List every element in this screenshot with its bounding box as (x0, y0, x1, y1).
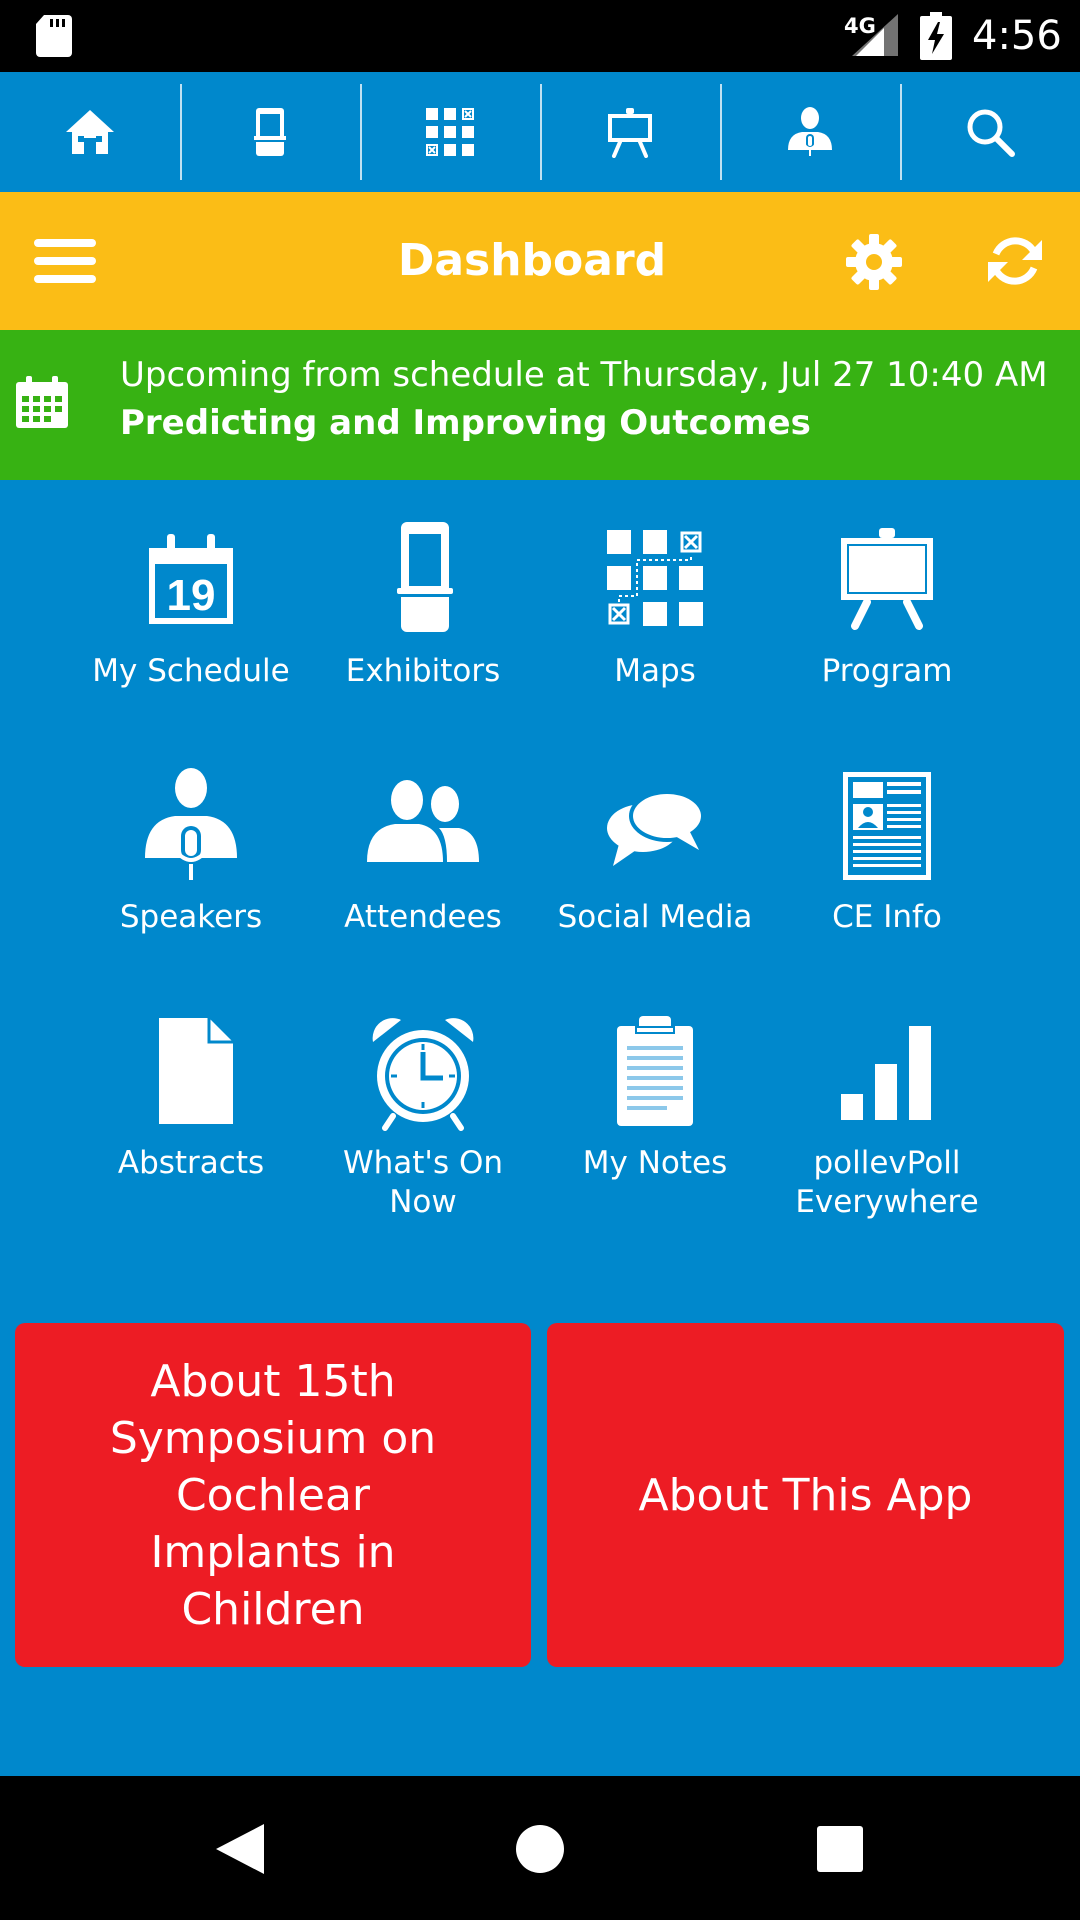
nav-home-button[interactable] (0, 72, 180, 192)
label-line: Cochlear (175, 1469, 371, 1521)
presentation-easel-icon (608, 108, 652, 158)
tile-whats-on-now[interactable]: What's On Now (307, 1012, 539, 1222)
document-icon (159, 1018, 233, 1124)
tile-label: Speakers (119, 899, 263, 935)
upcoming-datetime: Upcoming from schedule at Thursday, Jul … (120, 355, 1048, 395)
alarm-clock-icon (372, 1018, 474, 1131)
upcoming-schedule-banner[interactable]: Upcoming from schedule at Thursday, Jul … (0, 330, 1080, 480)
home-icon (66, 110, 114, 154)
upcoming-session-title: Predicting and Improving Outcomes (120, 403, 811, 443)
nav-program-button[interactable] (540, 72, 720, 192)
tile-label-line1: What's On (342, 1145, 504, 1181)
exhibitor-booth-icon (397, 522, 453, 632)
recents-icon[interactable] (817, 1826, 863, 1872)
status-bar: 4G 4:56 (0, 0, 1080, 72)
tile-label: What's On Now (307, 1144, 539, 1222)
sd-card-icon (36, 15, 72, 57)
people-icon (367, 780, 479, 862)
about-symposium-button[interactable]: About 15th Symposium on Cochlear Implant… (15, 1323, 531, 1667)
tile-label: Maps (614, 653, 696, 689)
tile-label: My Schedule (92, 653, 290, 689)
battery-charging-icon (920, 12, 952, 60)
speaker-icon (788, 107, 832, 156)
signal-icon (852, 14, 898, 56)
tile-label: CE Info (832, 899, 942, 935)
map-grid-icon (607, 530, 703, 626)
tile-label: Abstracts (117, 1145, 265, 1181)
nav-exhibitors-button[interactable] (180, 72, 360, 192)
tile-speakers[interactable]: Speakers (75, 766, 307, 937)
tile-ce-info[interactable]: CE Info (771, 766, 1003, 937)
clipboard-icon (617, 1016, 693, 1126)
nav-maps-button[interactable] (360, 72, 540, 192)
tile-label: Exhibitors (345, 653, 501, 689)
tile-label-line2: Now (389, 1184, 457, 1220)
refresh-icon[interactable] (986, 232, 1044, 290)
calendar-icon (16, 376, 68, 428)
label-line: Children (181, 1583, 365, 1635)
presentation-easel-icon (841, 528, 933, 630)
exhibitor-booth-icon (254, 108, 286, 156)
tile-label: pollevPoll Everywhere (771, 1144, 1003, 1222)
search-icon (967, 109, 1015, 157)
back-icon[interactable] (216, 1824, 264, 1874)
tile-label: Attendees (344, 899, 502, 935)
nav-speakers-button[interactable] (720, 72, 900, 192)
home-circle-icon[interactable] (516, 1825, 564, 1873)
tile-label: My Notes (582, 1145, 728, 1181)
system-nav-bar (0, 1776, 1080, 1920)
tile-label: Social Media (557, 899, 753, 935)
label-line: Symposium on (109, 1412, 437, 1464)
calendar-icon: 19 (149, 534, 233, 624)
label-line: About 15th (150, 1355, 396, 1407)
clock: 4:56 (972, 13, 1062, 59)
bar-chart-icon (841, 1026, 931, 1120)
tile-maps[interactable]: Maps (539, 520, 771, 691)
about-app-button[interactable]: About This App (547, 1323, 1064, 1667)
tile-abstracts[interactable]: Abstracts (75, 1012, 307, 1183)
app-header: Dashboard (0, 192, 1080, 330)
tile-my-schedule[interactable]: 19 My Schedule (75, 520, 307, 691)
tile-my-notes[interactable]: My Notes (539, 1012, 771, 1183)
map-grid-icon (426, 108, 474, 156)
tile-attendees[interactable]: Attendees (307, 766, 539, 937)
tile-label-line1: pollevPoll (813, 1145, 961, 1181)
tile-label-line2: Everywhere (795, 1184, 979, 1220)
tile-poll-everywhere[interactable]: pollevPoll Everywhere (771, 1012, 1003, 1222)
gear-icon[interactable] (846, 234, 902, 290)
tile-social-media[interactable]: Social Media (539, 766, 771, 937)
chat-bubbles-icon (607, 790, 705, 866)
newspaper-icon (843, 772, 931, 880)
top-nav (0, 72, 1080, 192)
tile-label: Program (821, 653, 953, 689)
about-symposium-label: About 15th Symposium on Cochlear Implant… (110, 1353, 436, 1638)
about-app-label: About This App (638, 1469, 973, 1521)
tile-program[interactable]: Program (771, 520, 1003, 691)
label-line: Implants in (150, 1526, 396, 1578)
page-title: Dashboard (397, 235, 667, 286)
calendar-day: 19 (167, 571, 216, 620)
tile-exhibitors[interactable]: Exhibitors (307, 520, 539, 691)
nav-search-button[interactable] (900, 72, 1080, 192)
speaker-icon (145, 768, 237, 880)
